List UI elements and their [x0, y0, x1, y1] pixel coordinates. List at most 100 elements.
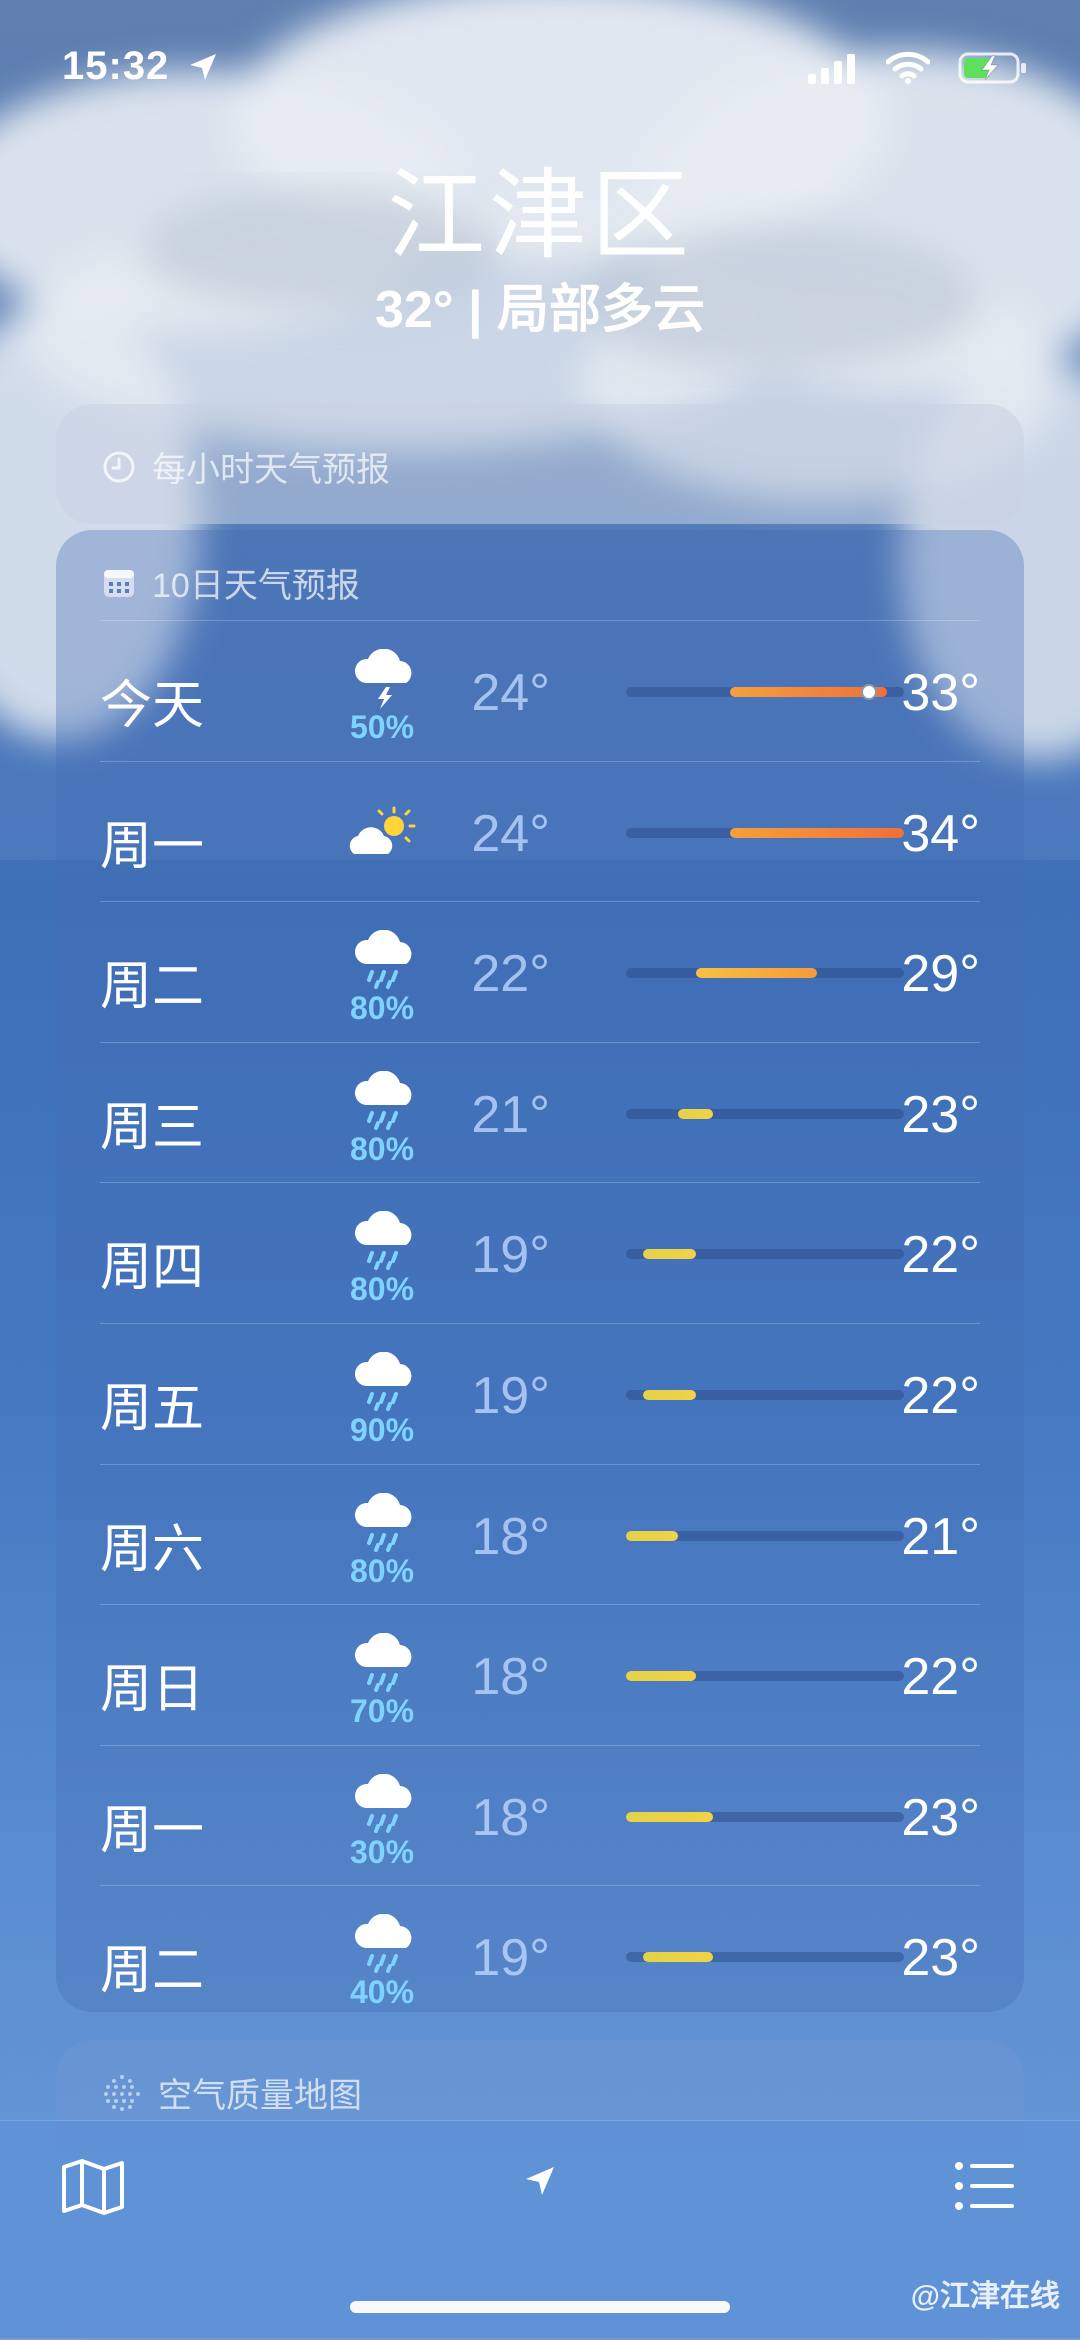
- forecast-row[interactable]: 周三 80% 21° 23°: [100, 1041, 980, 1183]
- rain-icon: [350, 929, 420, 990]
- low-temp: 18°: [471, 1648, 550, 1707]
- forecast-list: 今天 50% 24° 33° 周一 24° 34° 周二 80% 22° 29° 周三 80% 21° 23…: [100, 620, 980, 2026]
- high-temp: 34°: [901, 804, 980, 863]
- temp-range-fill: [695, 968, 818, 979]
- high-temp: 29°: [901, 945, 980, 1004]
- low-temp: 19°: [471, 1366, 550, 1425]
- air-quality-header: 空气质量地图: [102, 2068, 362, 2117]
- forecast-row[interactable]: 周一 24° 34°: [100, 760, 980, 902]
- forecast-day: 周二: [100, 958, 205, 1017]
- forecast-day: 周二: [100, 1942, 205, 2001]
- forecast-day: 周三: [100, 1098, 205, 1157]
- temp-range-bar: [626, 684, 904, 700]
- temp-range-fill: [730, 827, 904, 838]
- forecast-row[interactable]: 周二 40% 19° 23°: [100, 1885, 980, 2026]
- dotted-grid-icon: [104, 2074, 140, 2111]
- rain-icon: [350, 1773, 420, 1834]
- temp-range-fill: [626, 1530, 679, 1541]
- forecast-day: 周六: [100, 1520, 205, 1579]
- temp-range-bar: [626, 1249, 904, 1260]
- precipitation-chance: 80%: [349, 990, 415, 1027]
- high-temp: 23°: [901, 1085, 980, 1144]
- temp-range-bar: [626, 1811, 904, 1822]
- precipitation-chance: 50%: [349, 709, 415, 745]
- precipitation-chance: 70%: [349, 1693, 415, 1730]
- precipitation-chance: 90%: [349, 1411, 415, 1448]
- low-temp: 24°: [471, 804, 550, 863]
- high-temp: 23°: [901, 1788, 980, 1847]
- high-temp: 21°: [901, 1507, 980, 1566]
- temp-range-bar: [626, 1108, 904, 1119]
- rain-icon: [350, 1913, 420, 1974]
- low-temp: 18°: [471, 1507, 550, 1566]
- precipitation-chance: 40%: [349, 1974, 415, 2011]
- forecast-day: 今天: [100, 677, 205, 735]
- temp-range-fill: [626, 1671, 696, 1682]
- location-arrow-icon[interactable]: [522, 2163, 558, 2199]
- hourly-forecast-header: 每小时天气预报: [102, 442, 390, 491]
- temp-range-bar: [626, 827, 904, 838]
- cellular-signal-icon: [808, 54, 855, 84]
- bottom-toolbar: @江津在线: [0, 2120, 1080, 2338]
- rain-icon: [350, 1070, 420, 1131]
- rain-icon: [350, 1211, 420, 1271]
- low-temp: 19°: [471, 1226, 550, 1285]
- home-indicator[interactable]: [350, 2301, 730, 2313]
- partly-sunny-icon: [344, 804, 416, 864]
- location-header: 江津区 32° | 局部多云: [0, 160, 1080, 340]
- city-name: 江津区: [386, 160, 693, 270]
- low-temp: 22°: [471, 945, 550, 1004]
- hourly-forecast-title: 每小时天气预报: [152, 451, 390, 489]
- list-icon[interactable]: [954, 2161, 1016, 2211]
- map-icon[interactable]: [60, 2157, 126, 2217]
- temp-range-bar: [626, 968, 904, 979]
- clock-icon: [103, 451, 135, 482]
- ten-day-forecast-card[interactable]: 10日天气预报 今天 50% 24° 33° 周一 24° 34° 周二 80% 22° 29° 周三…: [56, 530, 1024, 2012]
- current-temp-marker: [861, 684, 878, 700]
- forecast-row[interactable]: 周二 80% 22° 29°: [100, 901, 980, 1042]
- current-condition: 32° | 局部多云: [374, 281, 706, 339]
- forecast-row[interactable]: 今天 50% 24° 33°: [100, 620, 980, 761]
- temp-range-bar: [626, 1671, 904, 1682]
- low-temp: 18°: [471, 1788, 550, 1847]
- calendar-icon: [104, 569, 134, 597]
- precipitation-chance: 80%: [349, 1552, 415, 1589]
- low-temp: 21°: [471, 1085, 550, 1144]
- forecast-day: 周五: [100, 1379, 205, 1438]
- precipitation-chance: 80%: [349, 1130, 415, 1167]
- forecast-row[interactable]: 周一 30% 18° 23°: [100, 1744, 980, 1886]
- ten-day-forecast-title: 10日天气预报: [152, 567, 360, 605]
- forecast-day: 周四: [100, 1239, 205, 1298]
- temp-range-bar: [626, 1530, 904, 1541]
- temp-range-fill: [643, 1952, 713, 1963]
- temp-range-fill: [678, 1108, 713, 1119]
- forecast-day: 周一: [100, 1801, 205, 1860]
- hourly-forecast-card[interactable]: 每小时天气预报: [56, 404, 1024, 524]
- rain-icon: [350, 1492, 420, 1553]
- rain-icon: [350, 1632, 420, 1693]
- rain-icon: [350, 1351, 420, 1412]
- temp-range-fill: [643, 1389, 696, 1400]
- thunderstorm-icon: [350, 648, 420, 709]
- high-temp: 22°: [901, 1226, 980, 1285]
- high-temp: 33°: [901, 664, 980, 722]
- forecast-row[interactable]: 周四 80% 19° 22°: [100, 1182, 980, 1323]
- ten-day-forecast-header: 10日天气预报: [102, 558, 360, 607]
- wifi-icon: [886, 51, 930, 84]
- battery-charging-icon: [958, 52, 1026, 84]
- temp-range-bar: [626, 1952, 904, 1963]
- low-temp: 24°: [471, 664, 550, 722]
- forecast-row[interactable]: 周五 90% 19° 22°: [100, 1322, 980, 1464]
- status-bar: 15:32: [0, 44, 1080, 104]
- precipitation-chance: 80%: [349, 1271, 415, 1308]
- temp-range-bar: [626, 1389, 904, 1400]
- high-temp: 22°: [901, 1366, 980, 1425]
- precipitation-chance: 30%: [349, 1833, 415, 1870]
- forecast-row[interactable]: 周日 70% 18° 22°: [100, 1604, 980, 1745]
- temp-range-fill: [643, 1249, 696, 1260]
- location-arrow-icon: [190, 54, 216, 80]
- low-temp: 19°: [471, 1929, 550, 1988]
- forecast-day: 周日: [100, 1661, 205, 1720]
- forecast-row[interactable]: 周六 80% 18° 21°: [100, 1463, 980, 1605]
- forecast-day: 周一: [100, 817, 205, 876]
